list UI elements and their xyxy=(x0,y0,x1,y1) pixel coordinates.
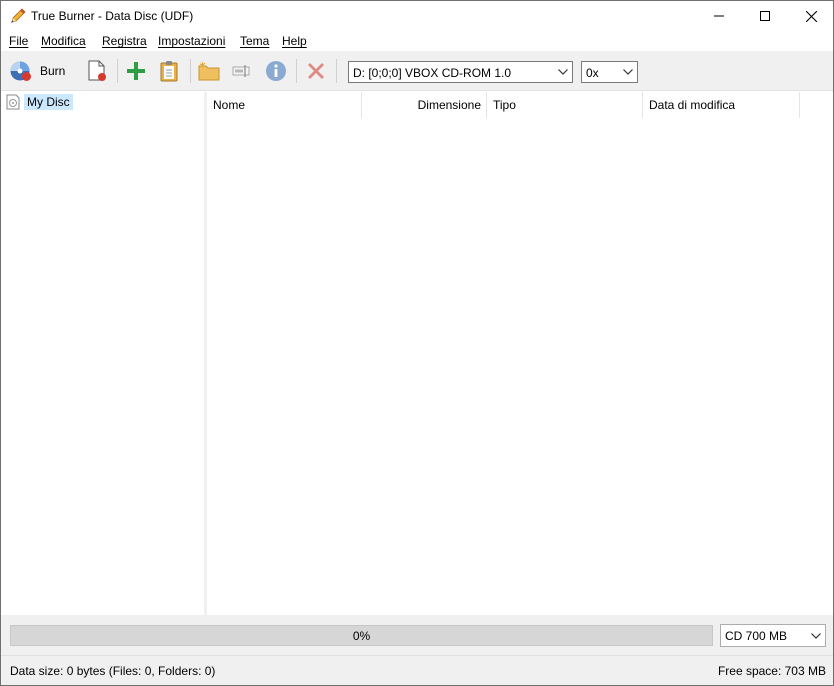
burn-button[interactable]: Burn xyxy=(10,58,65,84)
status-divider xyxy=(1,655,833,656)
column-header-type[interactable]: Tipo xyxy=(487,92,643,118)
column-header-name[interactable]: Nome xyxy=(207,92,362,118)
menu-help-mnemonic: H xyxy=(282,34,291,48)
menu-registra[interactable]: Registra xyxy=(102,34,147,48)
rename-button[interactable] xyxy=(231,58,253,84)
menu-registra-label: egistra xyxy=(110,34,147,48)
toolbar-separator xyxy=(296,59,297,83)
menu-file[interactable]: File xyxy=(9,34,28,48)
minimize-icon xyxy=(714,15,724,17)
delete-icon xyxy=(308,63,324,79)
tree-item-my-disc[interactable]: My Disc xyxy=(6,93,73,111)
progress-text: 0% xyxy=(352,628,371,643)
menu-tema-label: ema xyxy=(246,34,270,48)
maximize-icon xyxy=(760,11,770,21)
app-window: True Burner - Data Disc (UDF) File Modif… xyxy=(0,0,834,686)
chevron-down-icon xyxy=(807,625,825,646)
paste-button[interactable] xyxy=(158,58,180,84)
speed-select-value: 0x xyxy=(586,66,599,80)
column-header-size[interactable]: Dimensione xyxy=(362,92,487,118)
speed-select[interactable]: 0x xyxy=(581,61,638,83)
info-icon xyxy=(266,61,286,81)
pencil-app-icon xyxy=(11,8,26,23)
column-header-modified-label: Data di modifica xyxy=(649,98,736,112)
menu-modifica-mnemonic: M xyxy=(41,34,51,48)
chevron-down-icon xyxy=(619,62,637,82)
title-bar: True Burner - Data Disc (UDF) xyxy=(1,1,833,31)
status-data-size: Data size: 0 bytes (Files: 0, Folders: 0… xyxy=(10,664,216,678)
disc-tree-panel[interactable]: My Disc xyxy=(1,92,204,615)
menu-help-label: elp xyxy=(290,34,307,48)
drive-select[interactable]: D: [0;0;0] VBOX CD-ROM 1.0 xyxy=(348,61,573,83)
column-header-type-label: Tipo xyxy=(493,98,516,112)
toolbar: Burn D: [0;0;0] VBOX CD-ROM 1.0 0x xyxy=(1,51,833,91)
toolbar-separator xyxy=(117,59,118,83)
disc-icon xyxy=(6,94,20,110)
disc-capacity-value: CD 700 MB xyxy=(725,629,788,643)
chevron-down-icon xyxy=(554,62,572,82)
maximize-button[interactable] xyxy=(742,1,788,31)
menu-help[interactable]: Help xyxy=(282,34,307,48)
burn-label: Burn xyxy=(40,64,66,78)
properties-button[interactable] xyxy=(265,58,287,84)
add-icon xyxy=(127,62,145,80)
menu-tema[interactable]: Tema xyxy=(240,34,269,48)
progress-bar: 0% xyxy=(10,625,713,646)
disc-capacity-select[interactable]: CD 700 MB xyxy=(720,624,826,647)
close-icon xyxy=(805,10,817,22)
window-title: True Burner - Data Disc (UDF) xyxy=(31,9,194,23)
toolbar-separator xyxy=(190,59,191,83)
status-free-space: Free space: 703 MB xyxy=(717,664,826,678)
rename-icon xyxy=(232,65,250,77)
toolbar-separator xyxy=(336,59,337,83)
bottom-bar: 0% CD 700 MB Data size: 0 bytes (Files: … xyxy=(1,615,833,685)
new-compilation-button[interactable] xyxy=(86,58,108,84)
menu-file-label: ile xyxy=(16,34,29,48)
remove-button[interactable] xyxy=(305,58,327,84)
file-list-panel[interactable]: Nome Dimensione Tipo Data di modifica xyxy=(207,92,833,615)
new-folder-icon xyxy=(198,61,220,81)
new-document-icon xyxy=(88,60,106,81)
close-button[interactable] xyxy=(788,1,834,31)
column-header-modified[interactable]: Data di modifica xyxy=(643,92,800,118)
burn-disc-icon xyxy=(10,61,31,81)
menu-modifica[interactable]: Modifica xyxy=(41,34,86,48)
menu-registra-mnemonic: R xyxy=(102,34,111,48)
menu-bar: File Modifica Registra Impostazioni Tema… xyxy=(1,31,833,51)
column-header-name-label: Nome xyxy=(213,98,246,112)
tree-item-label: My Disc xyxy=(24,94,73,110)
add-files-button[interactable] xyxy=(125,58,147,84)
column-header-size-label: Dimensione xyxy=(417,98,481,112)
menu-impostazioni[interactable]: Impostazioni xyxy=(158,34,225,48)
minimize-button[interactable] xyxy=(696,1,742,31)
paste-icon xyxy=(160,61,178,82)
new-folder-button[interactable] xyxy=(198,58,220,84)
menu-impostazioni-label: mpostazioni xyxy=(161,34,226,48)
menu-modifica-label: odifica xyxy=(51,34,86,48)
drive-select-value: D: [0;0;0] VBOX CD-ROM 1.0 xyxy=(353,66,512,80)
